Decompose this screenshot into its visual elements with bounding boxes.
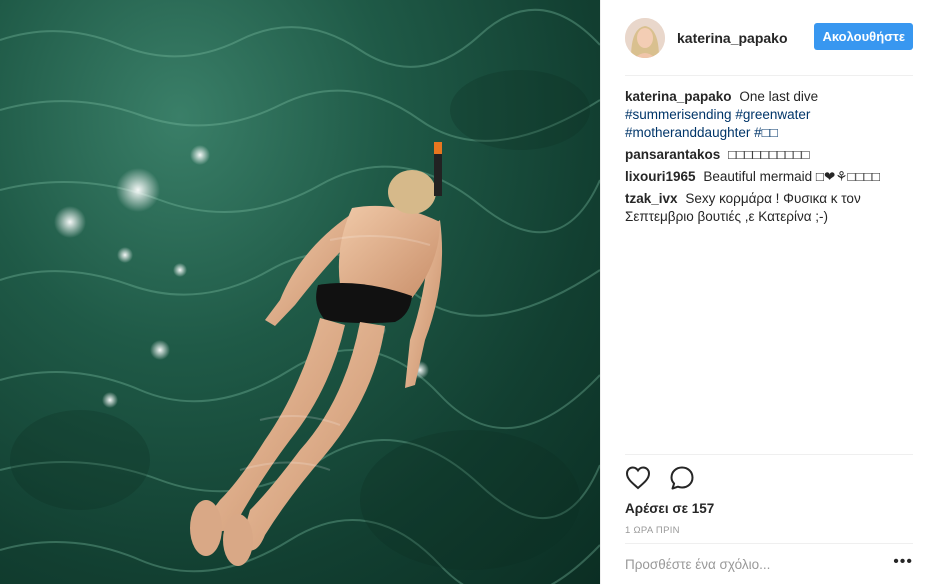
comment-author-link[interactable]: lixouri1965 [625,169,696,184]
avatar-image [625,17,665,58]
follow-button[interactable]: Ακολουθήστε [814,23,913,50]
comment-item: lixouri1965 Beautiful mermaid □❤⚘□□□□ [625,168,905,186]
comment-text: □□□□□□□□□□ [728,147,810,162]
likes-count[interactable]: Αρέσει σε 157 [625,501,913,516]
hashtag-link[interactable]: #summerisending [625,107,732,122]
post-timestamp[interactable]: 1 ΩΡΑ ΠΡΙΝ [625,525,913,536]
comments-list: katerina_papako One last dive #summerise… [625,88,905,230]
hashtag-link[interactable]: #motheranddaughter [625,125,750,140]
action-icons [625,455,913,491]
comment-author-link[interactable]: pansarantakos [625,147,720,162]
heart-icon-svg [625,466,651,490]
post-photo[interactable] [0,0,600,584]
speech-bubble-icon-svg [670,466,694,490]
comment-author-link[interactable]: tzak_ivx [625,191,678,206]
photo-illustration [0,8,600,584]
more-options-button[interactable]: ••• [887,553,913,577]
caption: katerina_papako One last dive #summerise… [625,88,905,142]
hashtag-link[interactable]: #□□ [754,125,778,140]
caption-text: One last dive [739,89,819,104]
caption-author-link[interactable]: katerina_papako [625,89,732,104]
comment-item: tzak_ivx Sexy κορμάρα ! Φυσικα κ τον Σεπ… [625,190,905,226]
post-actions: Αρέσει σε 157 1 ΩΡΑ ΠΡΙΝ [625,454,913,536]
post-header: katerina_papako Ακολουθήστε [625,0,913,76]
instagram-post: katerina_papako Ακολουθήστε katerina_pap… [0,0,930,584]
comment-text: Beautiful mermaid □❤⚘□□□□ [703,169,881,184]
hashtag-link[interactable]: #greenwater [735,107,810,122]
post-sidebar: katerina_papako Ακολουθήστε katerina_pap… [600,0,930,584]
avatar[interactable] [625,17,665,58]
speech-bubble-icon[interactable] [669,465,695,491]
comment-input[interactable] [625,557,888,572]
add-comment-bar: ••• [625,543,913,584]
comment-item: pansarantakos □□□□□□□□□□ [625,146,905,164]
username-link[interactable]: katerina_papako [677,30,788,46]
heart-icon[interactable] [625,465,651,491]
